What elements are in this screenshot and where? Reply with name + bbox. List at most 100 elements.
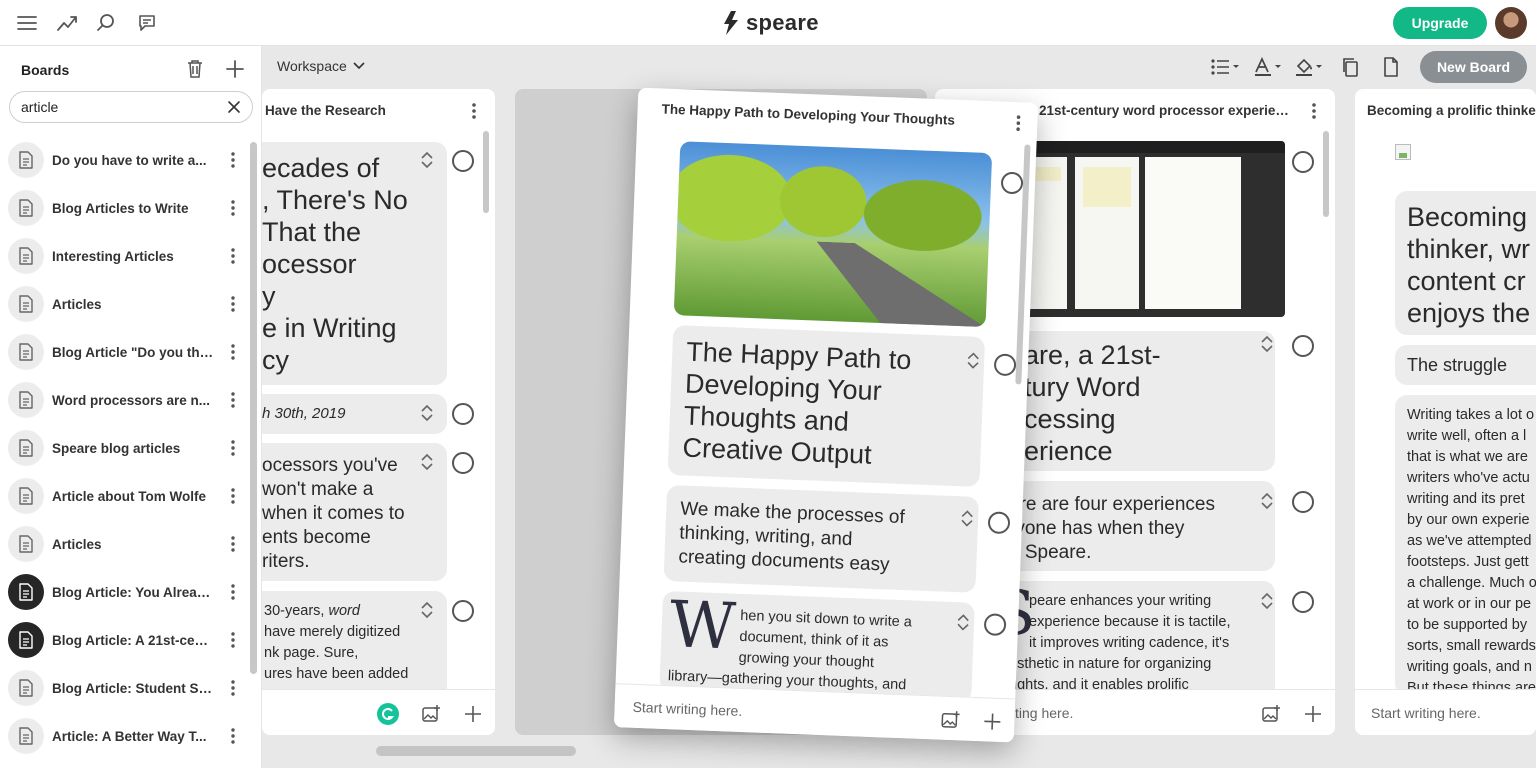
board-list-item[interactable]: Speare blog articles <box>0 424 250 472</box>
board-list-item[interactable]: Interesting Articles <box>0 232 250 280</box>
add-image-icon[interactable] <box>939 709 962 732</box>
trash-icon[interactable] <box>185 59 205 79</box>
board-menu-icon[interactable] <box>225 198 241 218</box>
clear-search-icon[interactable] <box>226 99 242 115</box>
grammarly-icon[interactable] <box>377 703 399 725</box>
board-list-item[interactable]: Do you have to write a... <box>0 136 250 184</box>
start-writing-input[interactable]: ting here. <box>1015 705 1073 721</box>
card-select-radio[interactable] <box>1000 171 1024 195</box>
board-list-item[interactable]: Blog Article: You Alread... <box>0 568 250 616</box>
board-list-item[interactable]: Word processors are n... <box>0 376 250 424</box>
column-scrollbar[interactable] <box>483 131 489 213</box>
card-select-radio[interactable] <box>452 403 474 425</box>
start-writing-input[interactable]: Start writing here. <box>1371 705 1481 721</box>
board-menu-icon[interactable] <box>225 534 241 554</box>
upgrade-button[interactable]: Upgrade <box>1393 7 1487 39</box>
screenshot-image[interactable] <box>995 141 1285 317</box>
board-menu-icon[interactable] <box>225 726 241 746</box>
reorder-icon[interactable] <box>1260 591 1274 611</box>
board-menu-icon[interactable] <box>225 246 241 266</box>
add-card-icon[interactable] <box>981 710 1004 733</box>
board-list-item-label: Speare blog articles <box>52 440 181 456</box>
document-icon[interactable] <box>1383 56 1399 78</box>
chart-icon[interactable] <box>56 12 78 34</box>
board-list: Do you have to write a... Blog Articles t… <box>0 136 250 760</box>
tree-path-image[interactable] <box>673 141 993 328</box>
add-card-icon[interactable] <box>1302 703 1324 725</box>
board-menu-icon[interactable] <box>225 630 241 650</box>
title-card[interactable]: The Happy Path to Developing Your Thoughts… <box>667 325 986 487</box>
list-style-icon[interactable] <box>1210 56 1240 78</box>
card-select-radio[interactable] <box>452 452 474 474</box>
board-list-item[interactable]: Article: A Better Way T... <box>0 712 250 760</box>
add-image-icon[interactable] <box>1260 703 1282 725</box>
menu-icon[interactable] <box>16 12 38 34</box>
fill-color-icon[interactable] <box>1294 56 1324 78</box>
column-menu-icon[interactable] <box>467 101 481 121</box>
board-list-item[interactable]: Blog Articles to Write <box>0 184 250 232</box>
subtitle-card[interactable]: We make the processes of thinking, writin… <box>663 484 979 593</box>
reorder-icon[interactable] <box>420 600 434 620</box>
comment-icon[interactable] <box>136 12 158 34</box>
column-menu-icon[interactable] <box>1011 113 1026 134</box>
reorder-icon[interactable] <box>420 452 434 472</box>
board-list-item[interactable]: Article about Tom Wolfe <box>0 472 250 520</box>
card-select-radio[interactable] <box>1292 491 1314 513</box>
card-select-radio[interactable] <box>1292 151 1314 173</box>
board-menu-icon[interactable] <box>225 486 241 506</box>
card-select-radio[interactable] <box>1292 335 1314 357</box>
card-select-radio[interactable] <box>452 600 474 622</box>
reorder-icon[interactable] <box>1260 334 1274 354</box>
add-card-icon[interactable] <box>462 703 484 725</box>
board-list-item[interactable]: Blog Article: A 21st-cen... <box>0 616 250 664</box>
column-menu-icon[interactable] <box>1307 101 1321 121</box>
body-card[interactable]: Writing takes a lot o write well, often a… <box>1395 395 1536 695</box>
board-search-input[interactable] <box>21 99 211 115</box>
start-writing-input[interactable]: Start writing here. <box>632 699 742 719</box>
sidebar-scrollbar[interactable] <box>250 142 257 674</box>
board-menu-icon[interactable] <box>225 438 241 458</box>
board-list-item[interactable]: Articles <box>0 280 250 328</box>
reorder-icon[interactable] <box>420 403 434 423</box>
card-select-radio[interactable] <box>987 511 1011 535</box>
board-menu-icon[interactable] <box>225 390 241 410</box>
workspace-label: Workspace <box>277 58 347 74</box>
board-list-item[interactable]: Blog Article: Student Su... <box>0 664 250 712</box>
text-color-icon[interactable] <box>1253 56 1283 78</box>
board-menu-icon[interactable] <box>225 342 241 362</box>
title-card[interactable]: Becoming thinker, wr content cr enjoys the <box>1395 191 1536 335</box>
column-scrollbar[interactable] <box>1323 131 1329 217</box>
title-card[interactable]: ecades of, There's No That the ocessor y e i… <box>262 142 447 385</box>
board-search[interactable] <box>9 91 253 123</box>
new-board-button[interactable]: New Board <box>1420 51 1527 83</box>
board-list-item[interactable]: Blog Article "Do you thi... <box>0 328 250 376</box>
reorder-icon[interactable] <box>420 150 434 170</box>
reorder-icon[interactable] <box>966 350 981 371</box>
search-icon[interactable] <box>95 12 117 34</box>
workspace-dropdown[interactable]: Workspace <box>277 58 365 74</box>
reorder-icon[interactable] <box>956 612 971 633</box>
dragged-board-column[interactable]: The Happy Path to Developing Your Though… <box>613 87 1039 743</box>
avatar[interactable] <box>1495 7 1527 39</box>
board-list-item[interactable]: Articles <box>0 520 250 568</box>
card-select-radio[interactable] <box>983 613 1007 637</box>
board-menu-icon[interactable] <box>225 582 241 602</box>
board-menu-icon[interactable] <box>225 294 241 314</box>
board-menu-icon[interactable] <box>225 150 241 170</box>
card-select-radio[interactable] <box>1292 591 1314 613</box>
horizontal-scrollbar[interactable] <box>376 746 576 756</box>
add-board-icon[interactable] <box>224 58 246 80</box>
copy-icon[interactable] <box>1341 56 1359 78</box>
add-image-icon[interactable] <box>420 703 442 725</box>
column-footer: Start writing here. <box>1355 689 1536 735</box>
subtitle-card[interactable]: ere are four experiences ryone has when t… <box>995 481 1275 571</box>
card-select-radio[interactable] <box>993 353 1017 377</box>
reorder-icon[interactable] <box>960 508 975 529</box>
reorder-icon[interactable] <box>1260 491 1274 511</box>
column-title: 21st-century word processor experien... <box>1039 103 1289 118</box>
speare-logo[interactable]: speare <box>722 8 819 38</box>
subtitle-card[interactable]: The struggle <box>1395 345 1536 385</box>
card-select-radio[interactable] <box>452 150 474 172</box>
title-card[interactable]: eare, a 21st-ntury Word ocessing perience <box>995 331 1275 471</box>
board-menu-icon[interactable] <box>225 678 241 698</box>
